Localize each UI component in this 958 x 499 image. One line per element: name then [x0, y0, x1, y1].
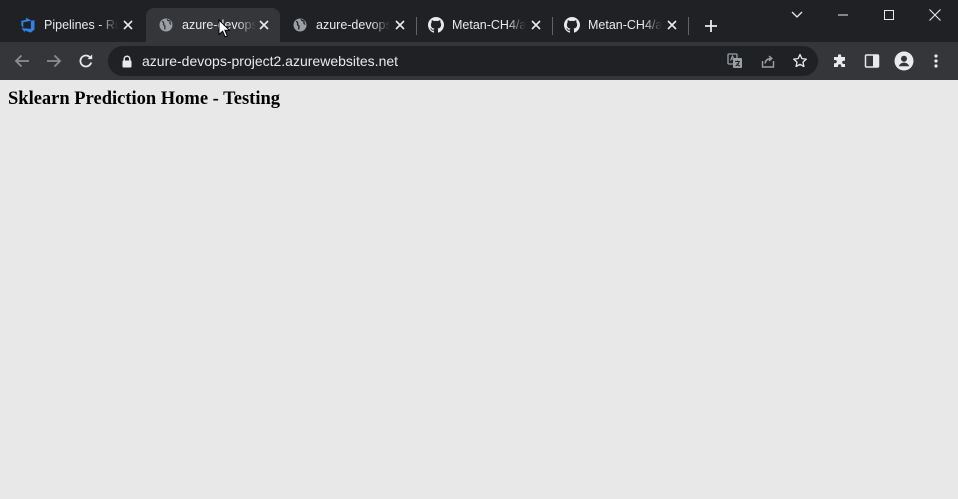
profile-button[interactable] — [890, 47, 918, 75]
minimize-button[interactable] — [820, 0, 866, 30]
close-icon[interactable] — [256, 17, 272, 33]
toolbar: azure-devops-project2.azurewebsites.net — [0, 42, 958, 80]
tab-github-1[interactable]: Metan-CH4/azure-devops — [416, 8, 552, 42]
plus-icon — [705, 20, 717, 32]
tab-title: Pipelines - Runs — [44, 18, 118, 32]
side-panel-button[interactable] — [858, 47, 886, 75]
azure-devops-icon — [20, 17, 36, 33]
share-icon[interactable] — [756, 49, 780, 73]
tab-strip: Pipelines - Runs azure-devops-project2 a… — [0, 0, 958, 42]
page-content: Sklearn Prediction Home - Testing — [0, 80, 958, 499]
address-bar[interactable]: azure-devops-project2.azurewebsites.net — [108, 46, 818, 76]
reload-button[interactable] — [72, 47, 100, 75]
tab-github-2[interactable]: Metan-CH4/azure-devops — [552, 8, 688, 42]
tab-azure-devops-active[interactable]: azure-devops-project2 — [146, 8, 280, 42]
close-icon[interactable] — [392, 17, 408, 33]
mouse-cursor-icon — [218, 19, 230, 38]
close-icon[interactable] — [528, 17, 544, 33]
tab-title: azure-devops-project2 — [316, 18, 390, 32]
browser-chrome: Pipelines - Runs azure-devops-project2 a… — [0, 0, 958, 80]
github-icon — [564, 17, 580, 33]
globe-icon — [292, 17, 308, 33]
extensions-button[interactable] — [826, 47, 854, 75]
kebab-menu-icon — [934, 54, 938, 68]
tab-search-button[interactable] — [774, 0, 820, 30]
maximize-button[interactable] — [866, 0, 912, 30]
tab-title: Metan-CH4/azure-devops — [452, 18, 526, 32]
globe-icon — [158, 17, 174, 33]
reload-icon — [79, 54, 93, 68]
chevron-down-icon — [791, 11, 803, 18]
avatar-icon — [894, 51, 914, 71]
lock-icon[interactable] — [120, 53, 134, 69]
star-icon[interactable] — [788, 49, 812, 73]
forward-button[interactable] — [40, 47, 68, 75]
github-icon — [428, 17, 444, 33]
arrow-right-icon — [47, 54, 62, 68]
tab-pipelines[interactable]: Pipelines - Runs — [8, 8, 144, 42]
address-bar-url[interactable]: azure-devops-project2.azurewebsites.net — [142, 46, 398, 76]
tab-azure-devops[interactable]: azure-devops-project2 — [280, 8, 416, 42]
maximize-icon — [884, 10, 894, 20]
puzzle-icon — [834, 54, 845, 67]
close-window-icon — [929, 9, 941, 21]
back-button[interactable] — [8, 47, 36, 75]
side-panel-icon — [864, 54, 880, 68]
close-window-button[interactable] — [912, 0, 958, 30]
translate-icon[interactable] — [723, 49, 747, 73]
arrow-left-icon — [14, 54, 29, 68]
minimize-icon — [838, 14, 848, 16]
tab-title: Metan-CH4/azure-devops — [588, 18, 662, 32]
close-icon[interactable] — [664, 17, 680, 33]
menu-button[interactable] — [922, 47, 950, 75]
close-icon[interactable] — [120, 17, 136, 33]
tab-separator — [688, 17, 689, 35]
new-tab-button[interactable] — [700, 15, 722, 37]
page-heading: Sklearn Prediction Home - Testing — [8, 89, 281, 109]
